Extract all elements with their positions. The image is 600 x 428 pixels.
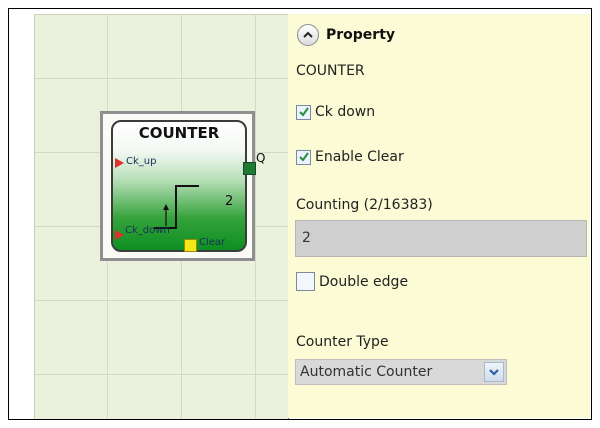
clear-pin[interactable] [184, 239, 197, 252]
chevron-down-icon [489, 369, 499, 376]
collapse-button[interactable] [297, 24, 319, 46]
counting-input[interactable]: 2 [295, 220, 587, 257]
q-output-pin[interactable] [243, 162, 256, 175]
counter-type-value: Automatic Counter [300, 364, 433, 380]
ck-down-label: Ck_down [125, 225, 170, 236]
count-display: 2 [225, 194, 234, 209]
counter-block[interactable]: COUNTER Ck_up Q 2 Ck_down Clear [111, 120, 265, 252]
property-panel: Property COUNTER Ck down Enable Clear Co… [288, 14, 590, 418]
checkmark-icon [298, 107, 309, 117]
enable-clear-checkbox[interactable] [296, 149, 311, 165]
q-label: Q [256, 151, 266, 165]
double-edge-checkbox[interactable] [296, 272, 315, 291]
enable-clear-label: Enable Clear [315, 149, 404, 165]
ck-down-pin[interactable] [115, 230, 124, 240]
ck-down-checkbox[interactable] [296, 104, 311, 120]
property-title: Property [326, 27, 396, 43]
enable-clear-option[interactable]: Enable Clear [296, 149, 404, 165]
chevron-up-icon [303, 31, 313, 38]
ck-down-label: Ck down [315, 104, 376, 120]
property-header: Property [297, 24, 395, 46]
block-title: COUNTER [138, 124, 220, 142]
double-edge-label: Double edge [319, 273, 409, 290]
checkmark-icon [298, 152, 309, 162]
design-canvas[interactable]: COUNTER Ck_up Q 2 Ck_down Clear [34, 14, 289, 419]
counter-type-select[interactable]: Automatic Counter [295, 359, 507, 385]
counter-type-label: Counter Type [296, 334, 389, 350]
counter-block-selection[interactable]: COUNTER Ck_up Q 2 Ck_down Clear [100, 111, 265, 261]
ck-down-option[interactable]: Ck down [296, 104, 375, 120]
counting-label: Counting (2/16383) [296, 197, 433, 213]
ck-up-pin[interactable] [115, 158, 124, 168]
dropdown-button[interactable] [484, 362, 504, 382]
clear-label: Clear [199, 237, 226, 248]
ck-up-label: Ck_up [126, 156, 157, 167]
window-frame: COUNTER Ck_up Q 2 Ck_down Clear Property… [8, 8, 592, 420]
double-edge-option[interactable]: Double edge [296, 272, 408, 291]
component-name: COUNTER [296, 63, 365, 79]
